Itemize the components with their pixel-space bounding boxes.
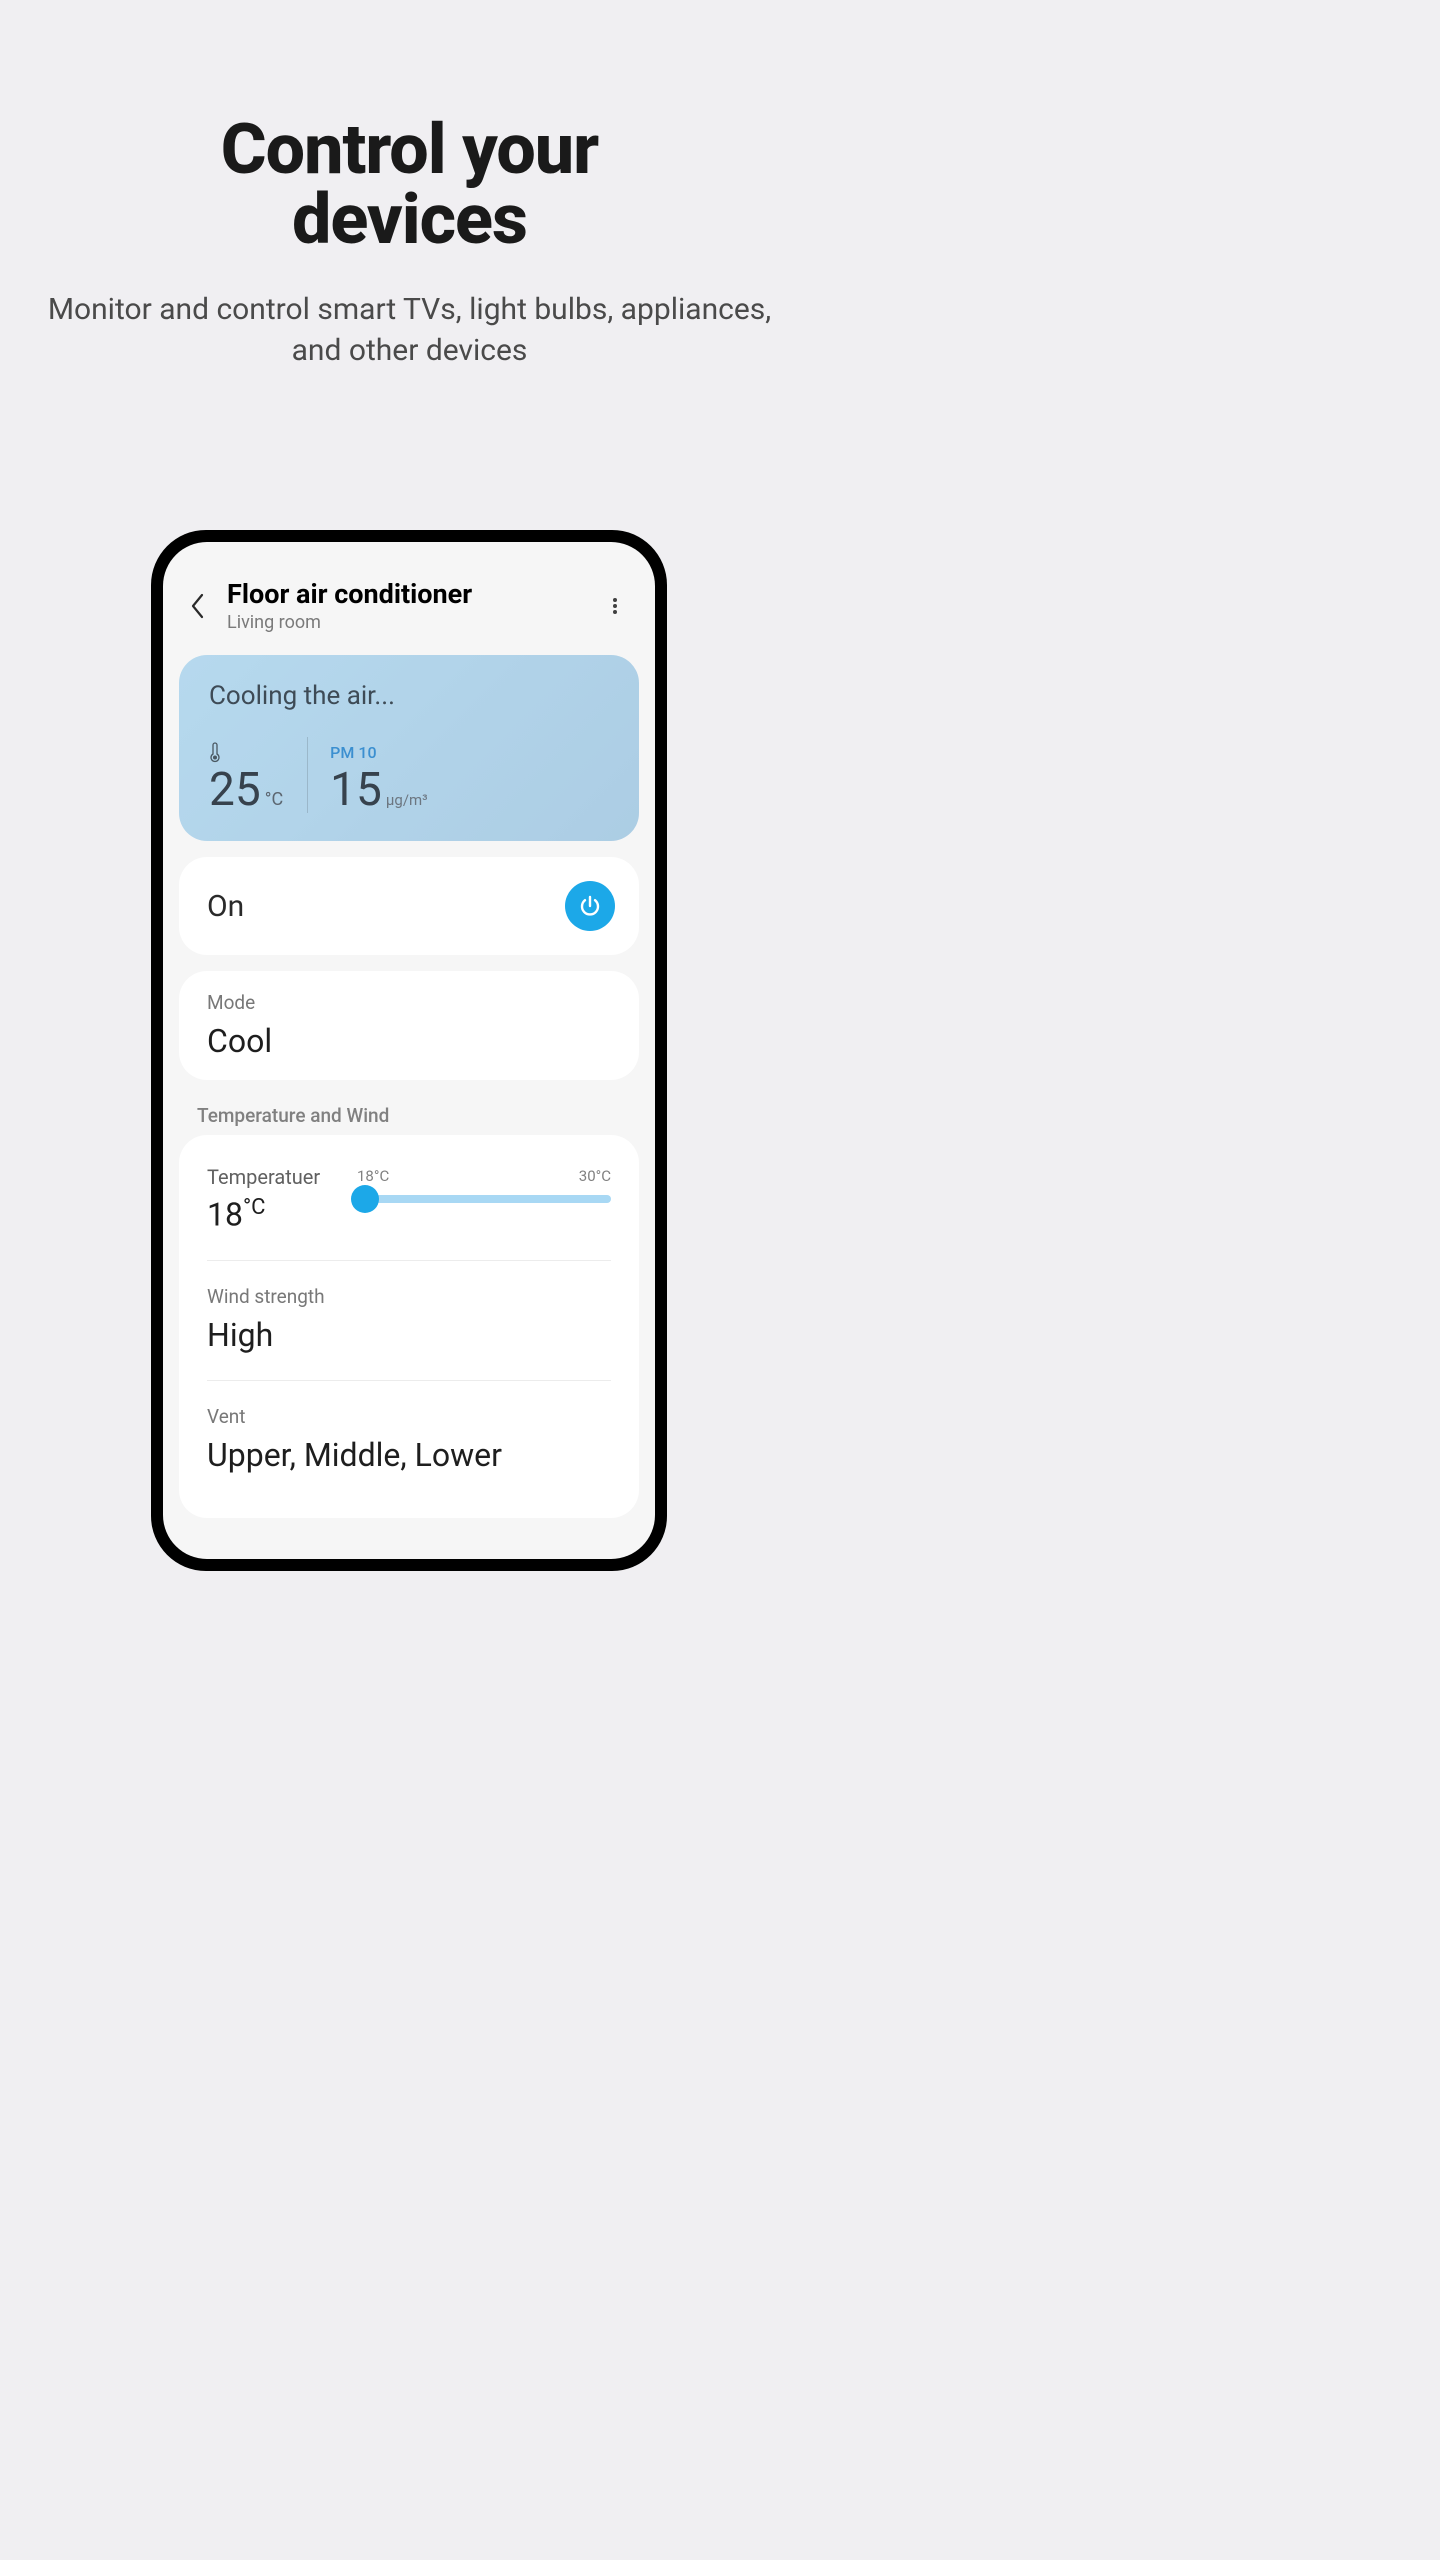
temperature-value: 18°C xyxy=(207,1195,357,1234)
app-header: Floor air conditioner Living room xyxy=(163,542,655,633)
slider-min-label: 18°C xyxy=(357,1167,389,1185)
status-metrics: 25 °C PM 10 15 µg/m³ xyxy=(209,737,609,813)
back-button[interactable] xyxy=(181,590,213,622)
wind-setting-row[interactable]: Wind strength High xyxy=(207,1279,611,1374)
status-text: Cooling the air... xyxy=(209,681,609,711)
power-icon xyxy=(578,894,602,918)
vent-value: Upper, Middle, Lower xyxy=(207,1436,611,1474)
wind-label: Wind strength xyxy=(207,1285,611,1308)
hero-title-line2: devices xyxy=(0,185,819,255)
device-location: Living room xyxy=(227,612,599,633)
divider xyxy=(207,1260,611,1261)
vent-setting-row[interactable]: Vent Upper, Middle, Lower xyxy=(207,1399,611,1494)
more-button[interactable] xyxy=(599,590,631,622)
hero-subtitle: Monitor and control smart TVs, light bul… xyxy=(0,290,819,371)
chevron-left-icon xyxy=(190,593,204,619)
temperature-setting-row: Temperatuer 18°C 18°C 30°C xyxy=(207,1159,611,1254)
temp-wind-card: Temperatuer 18°C 18°C 30°C xyxy=(179,1135,639,1518)
content: Cooling the air... 25 xyxy=(163,633,655,1518)
temperature-label: Temperatuer xyxy=(207,1165,357,1189)
slider-track xyxy=(357,1195,611,1203)
divider xyxy=(207,1380,611,1381)
hero-title: Control your devices xyxy=(0,115,819,255)
mode-value: Cool xyxy=(207,1022,611,1060)
more-vert-icon xyxy=(613,596,617,616)
pm-value: 15 xyxy=(330,767,382,813)
phone-screen: Floor air conditioner Living room Coolin… xyxy=(163,542,655,1559)
power-card: On xyxy=(179,857,639,955)
current-temp-value: 25 xyxy=(209,767,261,813)
temperature-metric: 25 °C xyxy=(209,741,307,813)
mode-label: Mode xyxy=(207,991,611,1014)
phone-frame: Floor air conditioner Living room Coolin… xyxy=(151,530,667,1571)
pm-label: PM 10 xyxy=(330,743,428,765)
temperature-slider[interactable]: 18°C 30°C xyxy=(357,1165,611,1234)
pm-unit: µg/m³ xyxy=(386,791,428,809)
power-button[interactable] xyxy=(565,881,615,931)
wind-value: High xyxy=(207,1316,611,1354)
slider-thumb[interactable] xyxy=(351,1185,379,1213)
power-state-label: On xyxy=(207,889,244,924)
section-temp-wind: Temperature and Wind xyxy=(197,1104,639,1127)
pm-metric: PM 10 15 µg/m³ xyxy=(308,743,428,813)
hero-title-line1: Control your xyxy=(0,115,819,185)
device-title: Floor air conditioner xyxy=(227,578,599,610)
vent-label: Vent xyxy=(207,1405,611,1428)
status-card: Cooling the air... 25 xyxy=(179,655,639,841)
mode-card[interactable]: Mode Cool xyxy=(179,971,639,1080)
current-temp-unit: °C xyxy=(265,789,283,810)
slider-max-label: 30°C xyxy=(579,1167,611,1185)
header-text: Floor air conditioner Living room xyxy=(227,578,599,633)
